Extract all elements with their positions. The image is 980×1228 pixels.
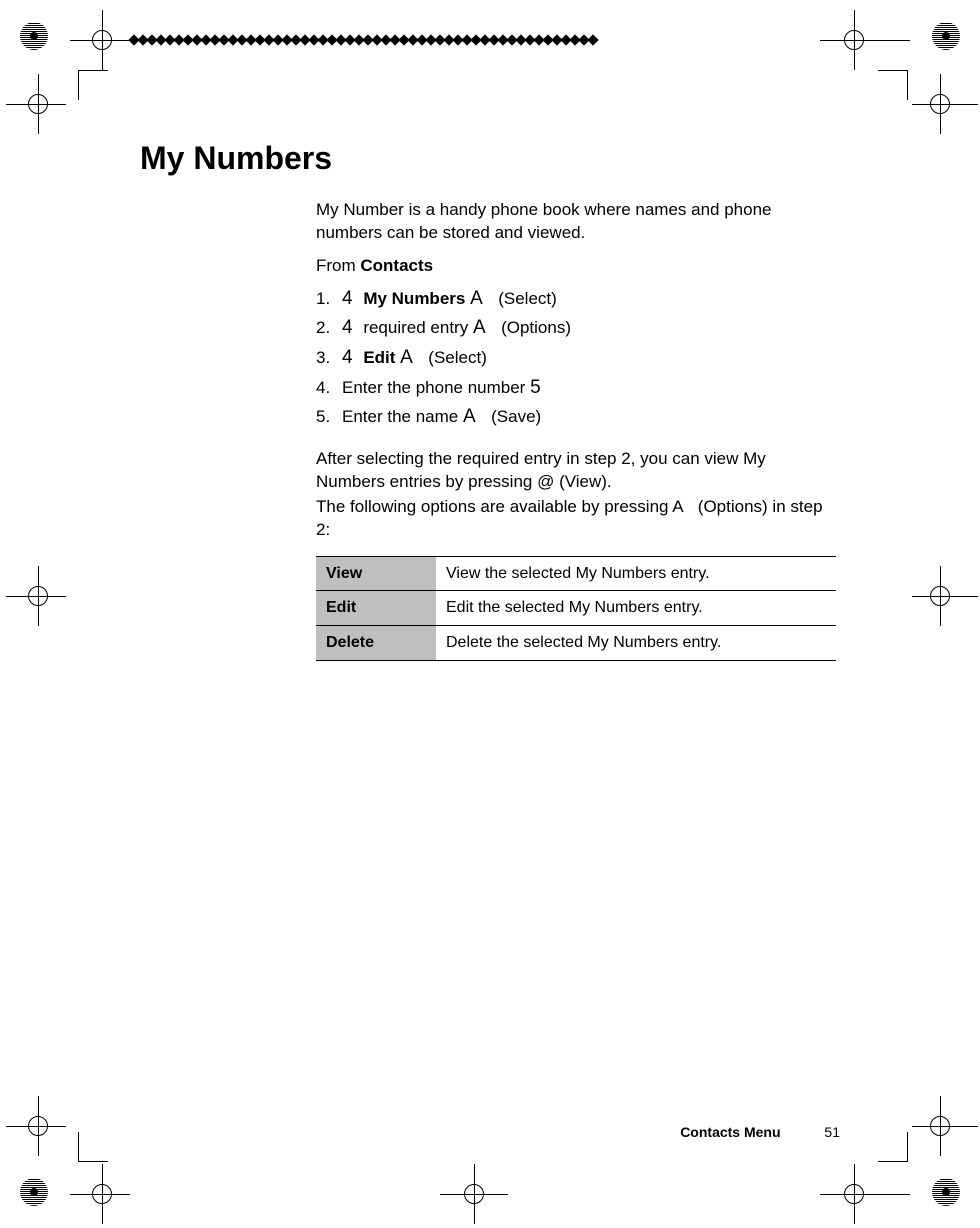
- crop-line: [940, 74, 941, 134]
- option-name: Delete: [316, 625, 436, 660]
- step-bold: Edit: [363, 348, 395, 367]
- from-prefix: From: [316, 256, 360, 275]
- step-body: Enter the phone number 5: [342, 375, 556, 401]
- step-item: 1.4 My Numbers A (Select): [316, 286, 836, 312]
- step-item: 5.Enter the name A (Save): [316, 404, 836, 430]
- step-paren: (Select): [498, 289, 557, 308]
- page-title: My Numbers: [140, 140, 860, 177]
- footer-page-number: 51: [824, 1124, 840, 1140]
- crop-line: [820, 1194, 910, 1195]
- crop-line: [854, 10, 855, 70]
- option-name: View: [316, 556, 436, 591]
- register-mark-icon: [20, 1178, 48, 1206]
- crop-line: [38, 74, 39, 134]
- step-plain: required entry: [363, 318, 468, 337]
- crop-line: [474, 1164, 475, 1224]
- step-body: 4 required entry A (Options): [342, 315, 571, 341]
- step-plain: Enter the name: [342, 407, 458, 426]
- crop-line: [38, 566, 39, 626]
- step-paren: (Options): [501, 318, 571, 337]
- crop-line: [912, 596, 978, 597]
- key-symbol: 4: [342, 288, 353, 309]
- step-body: 4 Edit A (Select): [342, 345, 487, 371]
- key-symbol: A: [400, 347, 413, 368]
- step-body: 4 My Numbers A (Select): [342, 286, 557, 312]
- key-symbol: A: [672, 497, 683, 516]
- step-item: 2.4 required entry A (Options): [316, 315, 836, 341]
- footer-section: Contacts Menu: [680, 1124, 780, 1140]
- option-name: Edit: [316, 591, 436, 626]
- key-symbol: A: [473, 317, 486, 338]
- steps-list: 1.4 My Numbers A (Select)2.4 required en…: [316, 286, 836, 430]
- crop-line: [102, 10, 103, 70]
- page-content: My Numbers My Number is a handy phone bo…: [140, 140, 860, 661]
- crop-line: [940, 566, 941, 626]
- option-description: Delete the selected My Numbers entry.: [436, 625, 836, 660]
- step-plain: Enter the phone number: [342, 378, 525, 397]
- key-symbol: 4: [342, 347, 353, 368]
- crop-line: [820, 40, 910, 41]
- key-symbol: A: [463, 406, 476, 427]
- intro-text: My Number is a handy phone book where na…: [316, 199, 836, 245]
- crop-line: [854, 1164, 855, 1224]
- register-mark-icon: [20, 22, 48, 50]
- step-item: 4.Enter the phone number 5: [316, 375, 836, 401]
- after2-a: The following options are available by p…: [316, 497, 672, 516]
- step-body: Enter the name A (Save): [342, 404, 541, 430]
- step-number: 2.: [316, 317, 342, 340]
- key-symbol: A: [470, 288, 483, 309]
- header-ornament: [130, 34, 598, 46]
- after-text-1: After selecting the required entry in st…: [316, 448, 836, 494]
- frame-corner: [878, 70, 908, 100]
- table-row: DeleteDelete the selected My Numbers ent…: [316, 625, 836, 660]
- after-text-2: The following options are available by p…: [316, 496, 836, 542]
- option-description: Edit the selected My Numbers entry.: [436, 591, 836, 626]
- table-row: EditEdit the selected My Numbers entry.: [316, 591, 836, 626]
- step-number: 4.: [316, 377, 342, 400]
- step-number: 3.: [316, 347, 342, 370]
- crop-line: [6, 104, 66, 105]
- frame-corner: [78, 70, 108, 100]
- page-footer: Contacts Menu 51: [0, 1124, 980, 1140]
- step-paren: (Save): [491, 407, 541, 426]
- from-bold: Contacts: [360, 256, 433, 275]
- crop-line: [102, 1164, 103, 1224]
- crop-line: [6, 596, 66, 597]
- step-number: 1.: [316, 288, 342, 311]
- crop-line: [70, 1194, 130, 1195]
- crop-line: [912, 104, 978, 105]
- crop-line: [70, 40, 130, 41]
- key-symbol: 4: [342, 317, 353, 338]
- from-line: From Contacts: [316, 255, 836, 278]
- key-symbol: 5: [530, 377, 541, 398]
- options-table: ViewView the selected My Numbers entry.E…: [316, 556, 836, 661]
- register-mark-icon: [932, 22, 960, 50]
- step-paren: (Select): [428, 348, 487, 367]
- table-row: ViewView the selected My Numbers entry.: [316, 556, 836, 591]
- step-number: 5.: [316, 406, 342, 429]
- step-item: 3.4 Edit A (Select): [316, 345, 836, 371]
- option-description: View the selected My Numbers entry.: [436, 556, 836, 591]
- register-mark-icon: [932, 1178, 960, 1206]
- step-bold: My Numbers: [363, 289, 465, 308]
